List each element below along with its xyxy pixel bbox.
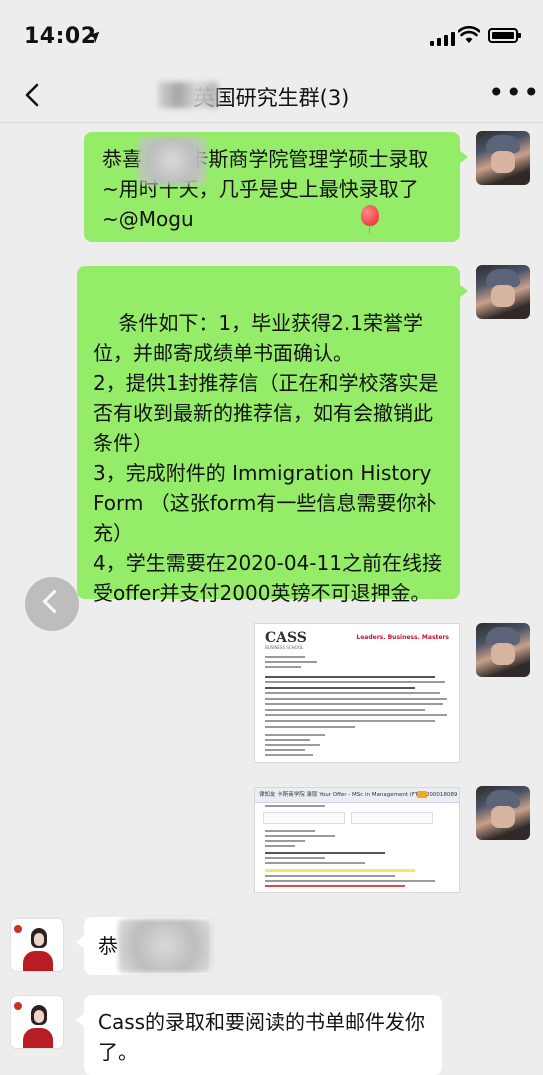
message-bubble[interactable]: Cass的录取和要阅读的书单邮件发你了。 (76, 995, 442, 1075)
offer-letter-image[interactable]: CASS BUSINESS SCHOOL Leaders. Business. … (254, 623, 460, 763)
floating-back-button[interactable] (25, 577, 79, 631)
my-avatar[interactable] (476, 786, 530, 840)
email-subject: 律知友 卡斯商学院 录取 Your Offer - MSc in Managem… (259, 792, 458, 798)
email-header: 律知友 卡斯商学院 录取 Your Offer - MSc in Managem… (255, 788, 459, 803)
message-text: 恭 (98, 934, 118, 958)
chat-message-list[interactable]: 恭喜 获得卡斯商学院管理学硕士录取~用时十天，几乎是史上最快录取了 ~@Mogu… (0, 123, 543, 1075)
my-avatar[interactable] (476, 265, 530, 319)
cass-logo-subtitle: BUSINESS SCHOOL (265, 645, 304, 650)
status-bar: 14:02 ➤ (0, 0, 543, 70)
cellular-signal-icon (430, 30, 455, 46)
agent-avatar[interactable] (10, 995, 64, 1049)
chevron-left-icon (42, 589, 67, 614)
message-text: 条件如下：1，毕业获得2.1荣誉学位，并邮寄成绩单书面确认。 2，提供1封推荐信… (93, 311, 442, 605)
name-privacy-blur (118, 919, 212, 973)
battery-icon (488, 28, 521, 43)
message-bubble[interactable]: 条件如下：1，毕业获得2.1荣誉学位，并邮寄成绩单书面确认。 2，提供1封推荐信… (77, 266, 468, 605)
agent-avatar[interactable] (10, 918, 64, 972)
chat-nav-bar: 英国研究生群(3) ••• (0, 70, 543, 123)
more-options-button[interactable]: ••• (488, 79, 541, 107)
message-text: Cass的录取和要阅读的书单邮件发你了。 (98, 1010, 426, 1064)
cass-tagline: Leaders. Business. Masters (356, 634, 449, 641)
offer-email-image[interactable]: 律知友 卡斯商学院 录取 Your Offer - MSc in Managem… (254, 787, 460, 893)
email-attachment (351, 812, 433, 824)
cass-logo: CASS (265, 630, 307, 646)
wifi-icon (457, 25, 481, 49)
balloon-emoji-icon (361, 205, 379, 233)
title-privacy-blur (158, 82, 218, 108)
chat-title: 英国研究生群(3) (193, 86, 350, 110)
name-privacy-blur (138, 137, 206, 185)
my-avatar[interactable] (476, 623, 530, 677)
email-attachment (263, 812, 345, 824)
my-avatar[interactable] (476, 131, 530, 185)
